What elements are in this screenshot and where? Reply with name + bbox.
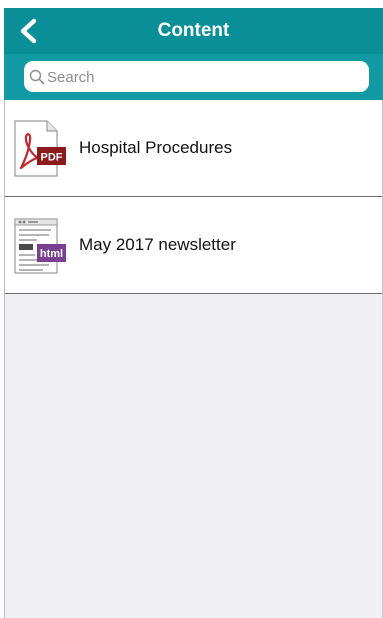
content-list: PDF Hospital Procedures html May 2017 ne… xyxy=(5,100,382,294)
list-item-may-2017-newsletter[interactable]: html May 2017 newsletter xyxy=(5,197,382,294)
page-title: Content xyxy=(157,20,230,41)
html-file-icon: html xyxy=(14,218,66,274)
list-item-label: Hospital Procedures xyxy=(79,138,233,157)
list-item-label: May 2017 newsletter xyxy=(79,235,236,254)
pdf-badge-text: PDF xyxy=(41,152,63,164)
html-badge-text: html xyxy=(40,248,63,260)
search-box[interactable] xyxy=(24,61,369,92)
chevron-left-icon xyxy=(20,18,37,44)
content-screen: Content PDF Hospital Procedures xyxy=(0,0,383,618)
empty-list-area xyxy=(5,294,382,618)
search-icon xyxy=(29,69,45,85)
back-button[interactable] xyxy=(10,12,48,50)
header-bar: Content xyxy=(4,8,383,54)
search-input[interactable] xyxy=(47,65,357,89)
search-bar xyxy=(4,54,383,100)
pdf-file-icon: PDF xyxy=(14,120,66,177)
list-item-hospital-procedures[interactable]: PDF Hospital Procedures xyxy=(5,100,382,197)
